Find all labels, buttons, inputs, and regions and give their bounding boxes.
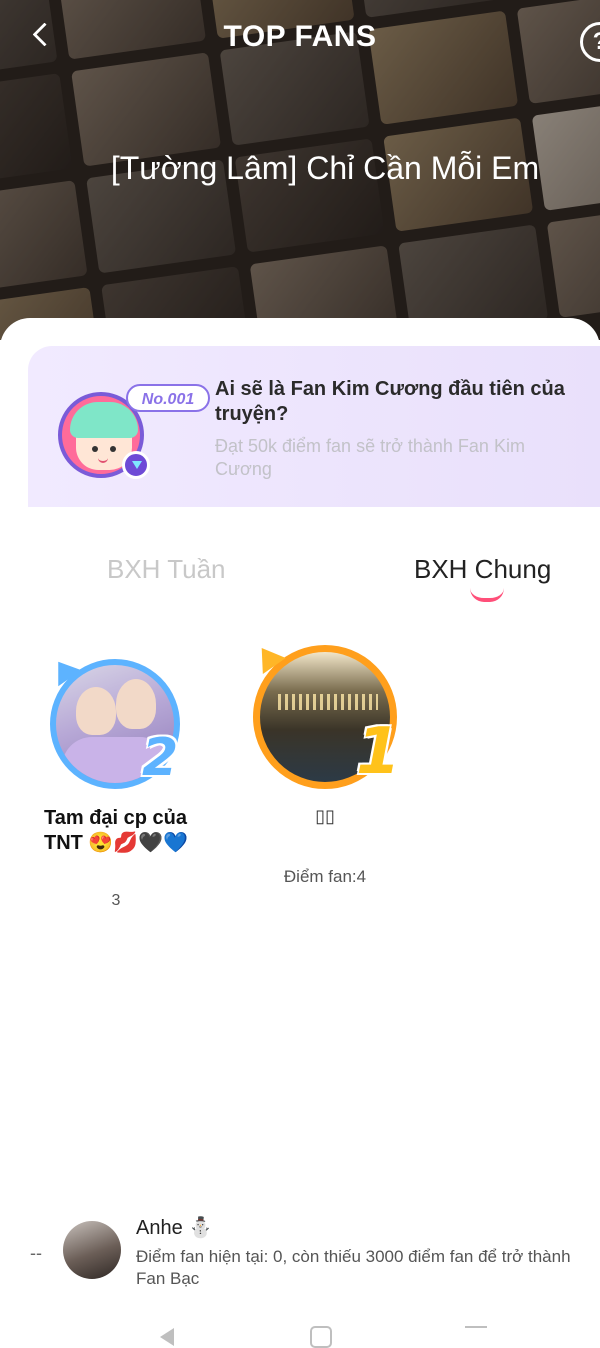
rank-2-number: 2 [142,728,179,788]
banner-heading: Ai sẽ là Fan Kim Cương đầu tiên của truy… [215,378,565,425]
rank2-fan-score: 3 [111,892,121,909]
nav-home-icon[interactable] [310,1326,332,1348]
current-user-avatar[interactable] [63,1221,121,1279]
tab-overall-ranking[interactable]: BXH Chung [414,554,551,585]
rank-1-number: 1 [356,715,401,789]
rank-number-badge: No.001 [126,384,210,412]
system-nav-bar [0,1318,600,1348]
tab-weekly-ranking[interactable]: BXH Tuần [107,554,226,585]
rank1-fan-score: Điểm fan:4 [283,867,367,886]
rank2-fan-name: Tam đại cp của TNT 😍💋🖤💙 [44,807,189,854]
page-title: TOP FANS [223,20,377,53]
story-title: [Tường Lâm] Chỉ Cần Mỗi Em [110,150,540,186]
diamond-icon [122,451,150,479]
current-user-rank: -- [30,1243,42,1263]
rank1-fan-name: ▯▯ [315,806,335,826]
current-user-name: Anhe ⛄ [136,1217,214,1239]
nav-back-icon[interactable] [160,1328,174,1346]
banner-subtitle: Đạt 50k điểm fan sẽ trở thành Fan Kim Cư… [215,436,525,479]
current-user-status: Điểm fan hiện tại: 0, còn thiếu 3000 điể… [136,1247,571,1288]
nav-recents-icon[interactable] [465,1326,487,1328]
